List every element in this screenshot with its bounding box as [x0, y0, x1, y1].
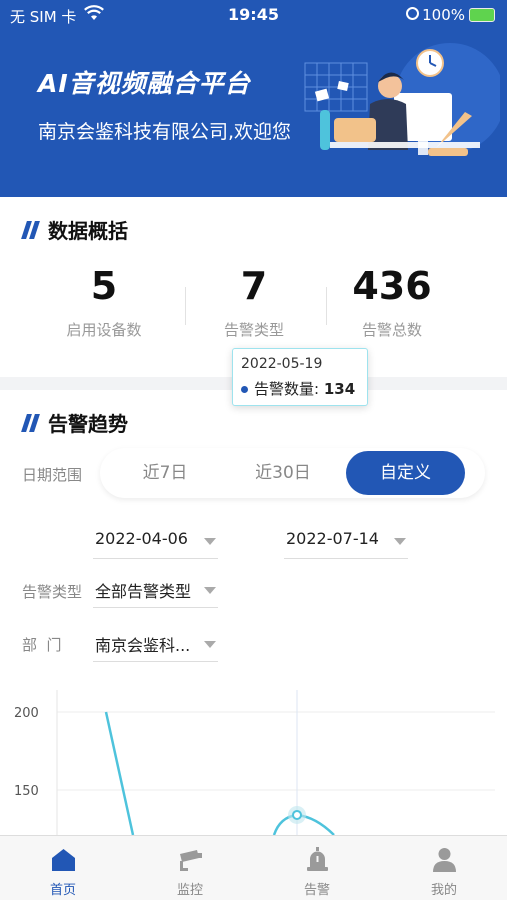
- overview-title-text: 数据概括: [48, 219, 128, 243]
- user-icon: [433, 848, 456, 872]
- section-mark-icon: [21, 220, 40, 239]
- y-tick-label: 200: [14, 706, 39, 721]
- data-point: [292, 809, 302, 820]
- section-mark-icon: [21, 413, 40, 432]
- stat-alarm-types: 7 告警类型: [179, 263, 329, 340]
- stat-value: 7: [240, 264, 268, 308]
- range-option-7days[interactable]: 近7日: [110, 448, 220, 498]
- range-option-30days[interactable]: 近30日: [228, 448, 338, 498]
- series-line-segment: [104, 711, 135, 835]
- trend-title-text: 告警趋势: [48, 412, 128, 436]
- chevron-down-icon: [204, 641, 216, 648]
- trend-panel: 告警趋势 日期范围 近7日 近30日 自定义 2022-04-06 2022-0…: [0, 390, 507, 835]
- stat-label: 告警类型: [223, 321, 284, 339]
- tooltip-series-name: 告警数量: [254, 380, 315, 398]
- hero-illustration: [304, 43, 500, 156]
- stat-value: 5: [90, 264, 118, 308]
- camera-icon: [180, 850, 202, 871]
- trend-section-title: 告警趋势: [21, 408, 128, 437]
- end-date-picker[interactable]: 2022-07-14: [284, 523, 408, 559]
- alarm-trend-chart[interactable]: 200 150: [0, 690, 507, 835]
- start-date-picker[interactable]: 2022-04-06: [93, 523, 218, 559]
- tab-mine[interactable]: 我的: [381, 836, 507, 900]
- tab-label: 我的: [430, 883, 457, 898]
- tab-alarm[interactable]: 告警: [254, 836, 380, 900]
- stat-total-alarms: 436 告警总数: [317, 263, 467, 340]
- chevron-down-icon: [204, 538, 216, 545]
- start-date-value: 2022-04-06: [95, 529, 188, 548]
- chart-tooltip: 2022-05-19 告警数量: 134: [232, 348, 368, 406]
- bottom-tab-bar: 首页 监控 告警 我的: [0, 835, 507, 900]
- tooltip-value: 134: [323, 380, 356, 398]
- department-label: 部 门: [22, 636, 62, 654]
- range-option-custom[interactable]: 自定义: [346, 451, 465, 495]
- date-range-label: 日期范围: [22, 466, 83, 484]
- home-icon: [52, 849, 75, 871]
- tab-label: 首页: [49, 883, 76, 898]
- tab-label: 告警: [303, 883, 330, 898]
- tab-home[interactable]: 首页: [0, 836, 126, 900]
- stat-label: 告警总数: [361, 321, 422, 339]
- rotation-lock-icon: [406, 7, 419, 20]
- tab-label: 监控: [176, 883, 203, 898]
- series-dot-icon: [241, 386, 248, 393]
- status-bar: 无 SIM 卡 19:45 100%: [0, 0, 507, 32]
- app-title: AI音视频融合平台: [38, 69, 251, 98]
- tab-monitor[interactable]: 监控: [127, 836, 253, 900]
- alarm-type-select[interactable]: 全部告警类型: [93, 572, 218, 608]
- stat-enabled-devices: 5 启用设备数: [29, 263, 179, 340]
- overview-section-title: 数据概括: [21, 215, 128, 244]
- department-value: 南京会鉴科...: [95, 636, 191, 655]
- welcome-text: 南京会鉴科技有限公司,欢迎您: [38, 121, 292, 143]
- header-banner: 无 SIM 卡 19:45 100% AI音视频融合平台 南京会鉴科技有限公司,…: [0, 0, 507, 197]
- stat-value: 436: [352, 264, 432, 308]
- chevron-down-icon: [204, 587, 216, 594]
- alarm-type-value: 全部告警类型: [95, 582, 192, 601]
- battery-percent: 100%: [422, 6, 465, 24]
- y-tick-label: 150: [14, 784, 39, 799]
- chevron-down-icon: [394, 538, 406, 545]
- end-date-value: 2022-07-14: [286, 529, 379, 548]
- tooltip-value-line: 告警数量: 134: [241, 378, 355, 399]
- alarm-type-label: 告警类型: [22, 583, 83, 601]
- stat-label: 启用设备数: [66, 321, 142, 339]
- alarm-icon: [307, 847, 328, 871]
- tooltip-date: 2022-05-19: [241, 356, 323, 372]
- battery-icon: [469, 8, 495, 22]
- department-select[interactable]: 南京会鉴科...: [93, 626, 218, 662]
- date-range-selector: 近7日 近30日 自定义: [100, 448, 485, 498]
